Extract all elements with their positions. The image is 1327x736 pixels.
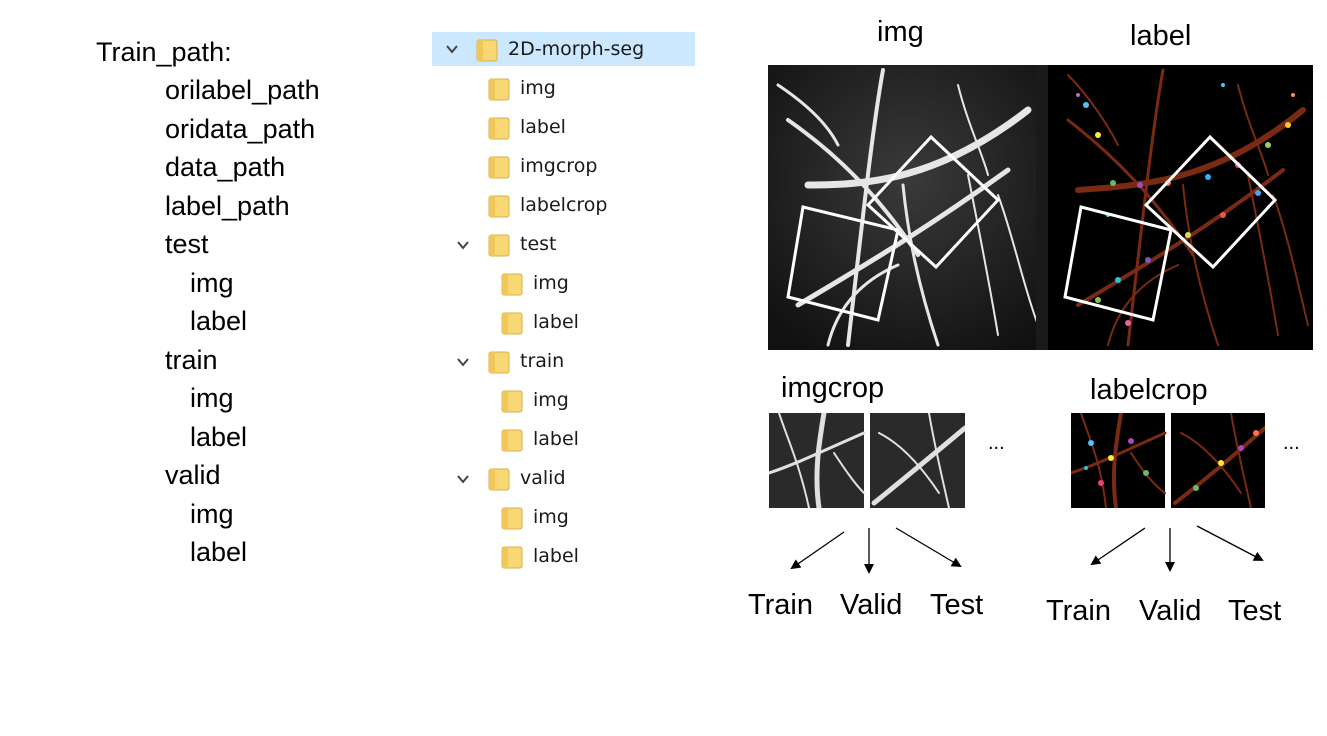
explorer-item-test-label[interactable]: label — [501, 305, 579, 339]
config-item-train-img: img — [190, 383, 234, 413]
split-label-train: Train — [748, 589, 813, 621]
imgcrop-title: imgcrop — [781, 372, 885, 404]
arrow-imgcrop-train — [790, 531, 845, 570]
explorer-item-label: valid — [520, 467, 566, 489]
arrow-labelcrop-test — [1196, 525, 1264, 561]
label-title: label — [1130, 20, 1192, 52]
imgcrop-thumbnails — [769, 413, 965, 508]
folder-icon — [488, 116, 510, 140]
imgcrop-thumb-1 — [769, 413, 866, 508]
neuron-image-pair — [768, 65, 1313, 350]
chevron-down-icon[interactable] — [456, 472, 470, 486]
explorer-item-label: label — [520, 116, 566, 138]
split-label-test-2: Test — [1228, 595, 1282, 627]
explorer-item-test-img[interactable]: img — [501, 266, 569, 300]
train-path-root: Train_path: — [96, 37, 232, 67]
explorer-item-label: imgcrop — [520, 155, 598, 177]
folder-icon — [488, 467, 510, 491]
config-item-valid-label: label — [190, 537, 248, 567]
explorer-item-img[interactable]: img — [488, 71, 556, 105]
config-item-train: train — [165, 345, 218, 375]
split-label-valid: Valid — [840, 589, 903, 621]
split-label-train-2: Train — [1046, 595, 1111, 627]
split-arrows — [790, 525, 1264, 574]
folder-icon — [501, 545, 523, 569]
labelcrop-ellipsis: ... — [1283, 432, 1300, 454]
explorer-item-label: test — [520, 233, 557, 255]
folder-icon — [488, 233, 510, 257]
chevron-down-icon[interactable] — [445, 42, 459, 56]
explorer-root-label: 2D-morph-seg — [508, 38, 645, 60]
chevron-down-icon[interactable] — [456, 238, 470, 252]
split-label-valid-2: Valid — [1139, 595, 1202, 627]
config-item-orilabel-path: orilabel_path — [165, 75, 320, 105]
explorer-item-train-label[interactable]: label — [501, 422, 579, 456]
labelcrop-title: labelcrop — [1090, 374, 1208, 406]
explorer-item-train-img[interactable]: img — [501, 383, 569, 417]
explorer-item-label: img — [520, 77, 556, 99]
config-item-label-path: label_path — [165, 191, 290, 221]
imgcrop-ellipsis: ... — [988, 432, 1005, 454]
config-item-valid: valid — [165, 460, 221, 490]
config-item-valid-img: img — [190, 499, 234, 529]
arrow-imgcrop-test — [895, 527, 962, 568]
folder-icon — [488, 194, 510, 218]
config-item-data-path: data_path — [165, 152, 286, 182]
explorer-root-row[interactable]: 2D-morph-seg — [432, 32, 695, 66]
chevron-down-icon[interactable] — [456, 355, 470, 369]
labelcrop-thumb-2 — [1171, 413, 1265, 508]
folder-icon — [488, 155, 510, 179]
explorer-item-valid-img[interactable]: img — [501, 500, 569, 534]
explorer-item-test[interactable]: test — [488, 227, 557, 261]
folder-icon — [488, 350, 510, 374]
config-item-test: test — [165, 229, 209, 259]
folder-icon — [488, 77, 510, 101]
explorer-item-label: label — [533, 545, 579, 567]
explorer-item-valid-label[interactable]: label — [501, 539, 579, 573]
folder-icon — [501, 311, 523, 335]
folder-icon — [501, 272, 523, 296]
explorer-item-label: img — [533, 272, 569, 294]
folder-icon — [501, 428, 523, 452]
explorer-item-valid[interactable]: valid — [488, 461, 566, 495]
explorer-item-label[interactable]: label — [488, 110, 566, 144]
folder-icon — [501, 506, 523, 530]
imgcrop-thumb-2 — [870, 413, 965, 508]
config-item-train-label: label — [190, 422, 248, 452]
config-item-oridata-path: oridata_path — [165, 114, 316, 144]
explorer-item-label: img — [533, 506, 569, 528]
explorer-item-label: train — [520, 350, 565, 372]
explorer-item-labelcrop[interactable]: labelcrop — [488, 188, 607, 222]
img-title: img — [877, 16, 924, 48]
explorer-item-label: label — [533, 428, 579, 450]
explorer-item-imgcrop[interactable]: imgcrop — [488, 149, 597, 183]
folder-icon — [501, 389, 523, 413]
config-item-test-label: label — [190, 306, 248, 336]
labelcrop-thumbnails — [1071, 413, 1265, 508]
explorer-item-label: labelcrop — [520, 194, 608, 216]
folder-icon — [476, 38, 498, 62]
labelcrop-thumb-1 — [1071, 413, 1167, 508]
split-label-test: Test — [930, 589, 984, 621]
config-item-test-img: img — [190, 268, 234, 298]
explorer-item-label: img — [533, 389, 569, 411]
explorer-item-train[interactable]: train — [488, 344, 564, 378]
arrow-labelcrop-train — [1090, 527, 1146, 566]
explorer-item-label: label — [533, 311, 579, 333]
